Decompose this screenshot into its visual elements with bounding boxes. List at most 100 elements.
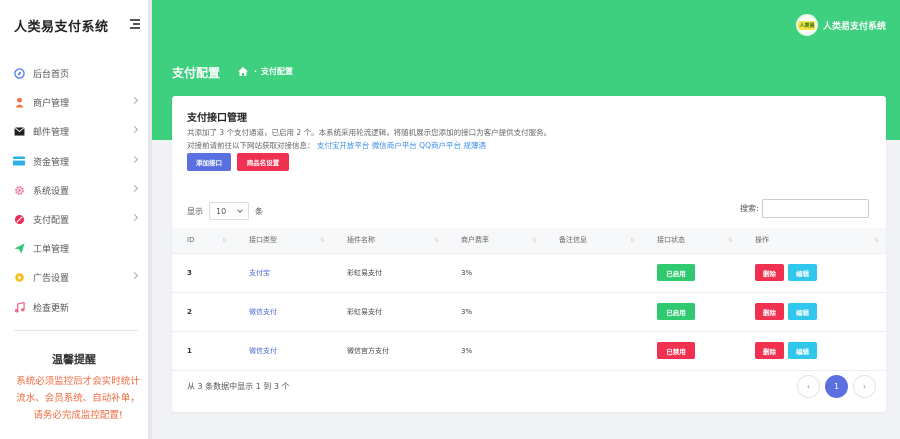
user-menu[interactable]: 人类易 人类易支付系统 [795, 14, 886, 36]
cell-status: 已启用 [642, 292, 740, 332]
page-length-select[interactable]: 10 [209, 202, 249, 220]
next-page-button[interactable]: › [853, 375, 876, 398]
cell-actions: 删除 编辑 [740, 292, 886, 332]
column-header-note[interactable]: 备注信息 ⇅ [544, 228, 642, 254]
delete-button[interactable]: 删除 [755, 342, 784, 359]
sidebar-item-label: 工单管理 [33, 245, 70, 256]
card-title: 支付接口管理 [187, 113, 247, 124]
app-title: 人类易支付系统 [14, 19, 109, 35]
sidebar-item-settings[interactable]: 系统设置 [0, 176, 151, 205]
sidebar-item-merchants[interactable]: 商户管理 [0, 88, 151, 117]
link-qq-merchant[interactable]: QQ商户平台 [419, 141, 461, 150]
sidebar-item-label: 商户管理 [33, 99, 70, 110]
home-icon[interactable] [238, 67, 248, 76]
sidebar-menu: 后台首页 商户管理 邮件管理 资金管理 系统设置 支付配置 工单管理 广告设置 … [0, 59, 151, 322]
sidebar-item-ads[interactable]: 广告设置 [0, 263, 151, 292]
column-header-actions[interactable]: 操作 ⇅ [740, 228, 886, 254]
column-header-id[interactable]: ID ⇅ [172, 228, 234, 254]
tip-text: 系统必须监控后才会实时统计流水、会员系统、自动补单，请务必完成监控配置! [16, 376, 140, 421]
chevron-right-icon [130, 213, 139, 221]
cell-type: 微信支付 [234, 292, 332, 332]
search-input[interactable] [761, 199, 869, 218]
sidebar-item-dashboard[interactable]: 后台首页 [0, 59, 151, 88]
chevron-right-icon [130, 97, 139, 105]
column-header-rate[interactable]: 商户费率 ⇅ [446, 228, 544, 254]
add-interface-button[interactable]: 添加接口 [187, 153, 231, 171]
cell-rate: 3% [446, 253, 544, 293]
status-toggle-button[interactable]: 已禁用 [657, 342, 695, 359]
sort-icon: ⇅ [873, 237, 879, 244]
cell-rate: 3% [446, 292, 544, 332]
wallet-icon [13, 155, 25, 167]
delete-button[interactable]: 删除 [755, 264, 784, 281]
type-link[interactable]: 微信支付 [249, 347, 277, 355]
column-label: 插件名称 [347, 236, 375, 245]
sidebar-item-tickets[interactable]: 工单管理 [0, 234, 151, 263]
payment-interface-card: 支付接口管理 共添加了 3 个支付通道，已启用 2 个。本系统采用轮流逻辑，将随… [172, 96, 886, 412]
edit-button[interactable]: 编辑 [788, 303, 817, 320]
page-button-current[interactable]: 1 [825, 375, 848, 398]
search-label: 搜索: [740, 204, 759, 213]
card-links-line: 对接前请前往以下网站获取对接信息： 支付宝开放平台 微信商户平台 QQ商户平台 … [187, 139, 486, 152]
sidebar-item-mail[interactable]: 邮件管理 [0, 117, 151, 146]
cell-note [544, 331, 642, 371]
sidebar-item-payment-config[interactable]: 支付配置 [0, 205, 151, 234]
column-header-plugin[interactable]: 插件名称 ⇅ [332, 228, 446, 254]
status-toggle-button[interactable]: 已启用 [657, 303, 695, 320]
goods-name-settings-button[interactable]: 商品名设置 [237, 153, 289, 171]
cell-type: 支付宝 [234, 253, 332, 293]
sidebar-item-label: 系统设置 [33, 186, 70, 197]
table-info: 从 3 条数据中显示 1 到 3 个 [187, 382, 290, 391]
user-name: 人类易支付系统 [822, 21, 886, 32]
status-toggle-button[interactable]: 已启用 [657, 264, 695, 281]
column-header-type[interactable]: 接口类型 ⇅ [234, 228, 332, 254]
sort-icon: ⇅ [531, 237, 537, 244]
sidebar-item-updates[interactable]: 检查更新 [0, 293, 151, 322]
delete-button[interactable]: 删除 [755, 303, 784, 320]
prev-page-button[interactable]: ‹ [797, 375, 820, 398]
cell-note [544, 253, 642, 293]
table-row: 2 微信支付 彩虹易支付 3% 已启用 删除 编辑 [172, 292, 886, 332]
table-row: 3 支付宝 彩虹易支付 3% 已启用 删除 编辑 [172, 253, 886, 293]
sidebar: 人类易支付系统 后台首页 商户管理 邮件管理 资金管理 系统设置 支付配置 工单… [0, 0, 152, 439]
link-other[interactable]: 规薄酒 [463, 141, 486, 150]
sidebar-item-label: 支付配置 [33, 216, 70, 227]
cell-actions: 删除 编辑 [740, 331, 886, 371]
column-label: ID [187, 236, 195, 245]
link-alipay-platform[interactable]: 支付宝开放平台 [317, 141, 370, 150]
link-wechat-merchant[interactable]: 微信商户平台 [372, 141, 417, 150]
user-icon [13, 97, 25, 109]
menu-toggle-icon[interactable] [126, 18, 140, 30]
column-label: 备注信息 [559, 236, 587, 245]
edit-button[interactable]: 编辑 [788, 342, 817, 359]
compass-icon [13, 68, 25, 80]
column-label: 商户费率 [461, 236, 489, 245]
type-link[interactable]: 支付宝 [249, 269, 270, 277]
cell-actions: 删除 编辑 [740, 253, 886, 293]
type-link[interactable]: 微信支付 [249, 308, 277, 316]
edit-button[interactable]: 编辑 [788, 264, 817, 281]
divider [14, 330, 138, 331]
cell-status: 已启用 [642, 253, 740, 293]
column-label: 接口状态 [657, 236, 685, 245]
mail-icon [13, 126, 25, 138]
tip-title: 温馨提醒 [52, 353, 96, 366]
send-icon [13, 243, 25, 255]
sort-icon: ⇅ [727, 237, 733, 244]
interface-table: ID ⇅ 接口类型 ⇅ 插件名称 ⇅ 商户费率 ⇅ 备注信息 ⇅ 接口状态 ⇅ 操作 ⇅ 3 … [172, 228, 886, 371]
chevron-right-icon [130, 272, 139, 280]
sort-icon: ⇅ [629, 237, 635, 244]
avatar: 人类易 [795, 14, 818, 36]
column-header-status[interactable]: 接口状态 ⇅ [642, 228, 740, 254]
search-control: 搜索: [740, 199, 869, 218]
brand: 人类易支付系统 [0, 0, 151, 50]
sidebar-item-label: 后台首页 [33, 70, 70, 81]
page-title: 支付配置 [172, 66, 221, 80]
sidebar-item-funds[interactable]: 资金管理 [0, 147, 151, 176]
breadcrumb: · 支付配置 [238, 66, 293, 77]
sort-icon: ⇅ [433, 237, 439, 244]
cell-id: 1 [172, 331, 234, 371]
column-label: 接口类型 [249, 236, 277, 245]
cell-plugin: 微信官方支付 [332, 331, 446, 371]
page-length-control: 显示 10 条 [187, 202, 263, 220]
